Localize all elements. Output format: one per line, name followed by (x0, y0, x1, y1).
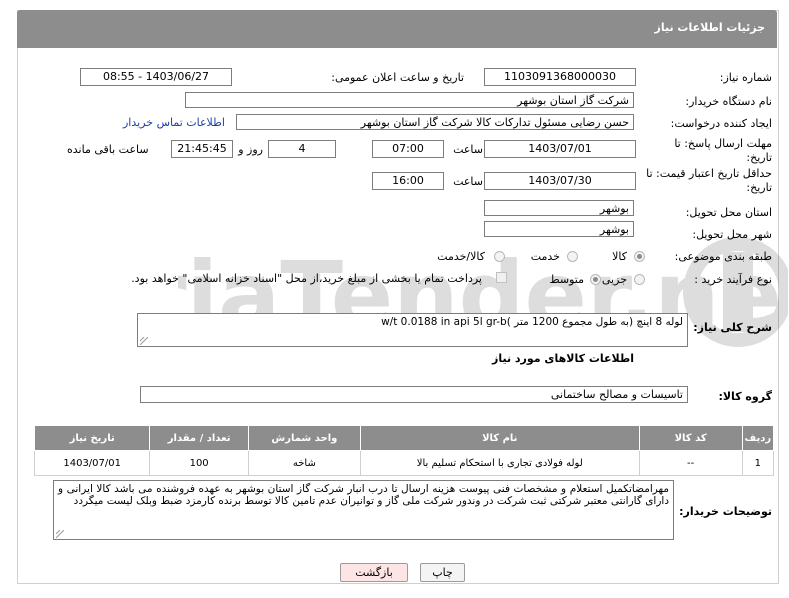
goods-section-title: اطلاعات کالاهای مورد نیاز (492, 352, 634, 365)
announce-field: 1403/06/27 - 08:55 (80, 68, 232, 86)
resize-grip-icon[interactable] (56, 530, 64, 538)
province-label: استان محل تحویل: (685, 206, 772, 219)
buyer-notes-text: مهرامضاتکمیل استعلام و مشخصات فنی پیوست … (58, 483, 669, 507)
summary-field: لوله 8 اینچ (به طول مجموع 1200 متر )w/t … (137, 313, 688, 347)
announce-label: تاریخ و ساعت اعلان عمومی: (331, 71, 464, 84)
remaining-time-field: 21:45:45 (171, 140, 233, 158)
price-time-label: ساعت (453, 175, 483, 188)
cell-date: 1403/07/01 (33, 450, 151, 476)
category-radio-service[interactable] (567, 251, 578, 262)
col-qty: تعداد / مقدار (149, 425, 249, 451)
requester-field: حسن رضایی مسئول تدارکات کالا شرکت گاز اس… (236, 114, 634, 130)
price-time-field: 16:00 (372, 172, 444, 190)
treasury-payment-checkbox[interactable] (496, 272, 507, 283)
process-radio-medium[interactable] (590, 274, 601, 285)
back-button[interactable]: بازگشت (340, 563, 408, 582)
buyer-org-label: نام دستگاه خریدار: (685, 95, 772, 108)
page-title: جزئیات اطلاعات نیاز (654, 21, 766, 34)
goods-table: ردیف کد کالا نام کالا واحد شمارش تعداد /… (33, 425, 775, 476)
days-label: روز و (238, 143, 263, 156)
need-number-label: شماره نیاز: (719, 71, 772, 84)
category-option-service: خدمت (530, 250, 560, 263)
resize-grip-icon[interactable] (140, 337, 148, 345)
price-validity-label-date: تاریخ: (746, 181, 772, 194)
reply-deadline-label-date: تاریخ: (746, 151, 772, 164)
col-date: تاریخ نیاز (33, 425, 151, 451)
cell-unit: شاخه (247, 450, 361, 476)
buyer-notes-field: مهرامضاتکمیل استعلام و مشخصات فنی پیوست … (53, 480, 674, 540)
requester-label: ایجاد کننده درخواست: (670, 117, 772, 130)
cell-row: 1 (741, 450, 775, 476)
col-code: کد کالا (638, 425, 743, 451)
reply-time-label: ساعت (453, 143, 483, 156)
price-validity-label: حداقل تاریخ اعتبار قیمت: تا (646, 167, 772, 180)
process-option-medium: متوسط (549, 273, 584, 286)
summary-label: شرح کلی نیاز: (693, 321, 772, 334)
reply-time-field: 07:00 (372, 140, 444, 158)
goods-group-field: تاسیسات و مصالح ساختمانی (140, 386, 688, 403)
price-date-field: 1403/07/30 (484, 172, 636, 190)
category-label: طبقه بندی موضوعی: (674, 250, 772, 263)
reply-date-field: 1403/07/01 (484, 140, 636, 158)
col-unit: واحد شمارش (247, 425, 361, 451)
remaining-time-label: ساعت باقی مانده (67, 143, 149, 156)
buyer-notes-label: توضیحات خریدار: (679, 505, 772, 518)
table-header-row: ردیف کد کالا نام کالا واحد شمارش تعداد /… (33, 425, 775, 451)
city-field: بوشهر (484, 221, 634, 237)
city-label: شهر محل تحویل: (692, 228, 772, 241)
need-number-field: 1103091368000030 (484, 68, 636, 86)
summary-text: لوله 8 اینچ (به طول مجموع 1200 متر )w/t … (381, 316, 683, 328)
buyer-org-field: شرکت گاز استان بوشهر (185, 92, 634, 108)
payment-note: پرداخت تمام یا بخشی از مبلغ خرید،از محل … (131, 272, 482, 285)
process-radio-minor[interactable] (634, 274, 645, 285)
category-radio-goods[interactable] (634, 251, 645, 262)
days-remaining-field: 4 (268, 140, 336, 158)
category-option-goods-service: کالا/خدمت (437, 250, 485, 263)
goods-group-label: گروه کالا: (718, 390, 772, 403)
category-radio-goods-service[interactable] (494, 251, 505, 262)
panel-header: جزئیات اطلاعات نیاز (17, 10, 777, 48)
process-option-minor: جزیی (601, 273, 627, 286)
cell-code: -- (638, 450, 743, 476)
cell-name: لوله فولادی تجاری با استحکام تسلیم بالا (359, 450, 640, 476)
col-row: ردیف (741, 425, 775, 451)
process-label: نوع فرآیند خرید : (694, 273, 772, 286)
category-option-goods: کالا (612, 250, 627, 263)
reply-deadline-label: مهلت ارسال پاسخ: تا (674, 137, 772, 150)
col-name: نام کالا (359, 425, 640, 451)
contact-buyer-link[interactable]: اطلاعات تماس خریدار (123, 116, 225, 129)
print-button[interactable]: چاپ (420, 563, 465, 582)
table-row: 1 -- لوله فولادی تجاری با استحکام تسلیم … (33, 450, 775, 476)
cell-qty: 100 (149, 450, 249, 476)
province-field: بوشهر (484, 200, 634, 216)
